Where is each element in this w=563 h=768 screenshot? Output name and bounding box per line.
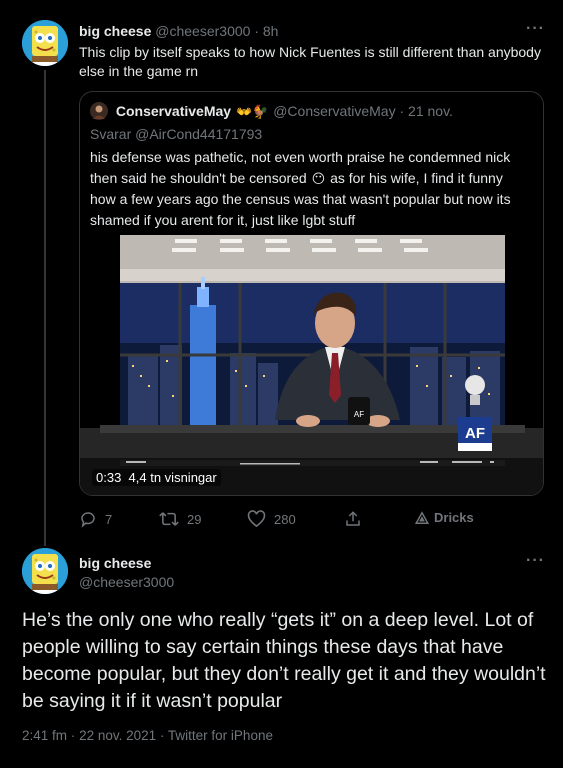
tip-button[interactable]: Dricks bbox=[415, 510, 474, 525]
reply-count: 7 bbox=[105, 511, 113, 527]
quoted-author-handle[interactable]: @ConservativeMay bbox=[273, 103, 395, 119]
author-name[interactable]: big cheese bbox=[79, 554, 151, 572]
tweet-source[interactable]: Twitter for iPhone bbox=[168, 728, 273, 743]
reply-handle[interactable]: @AirCond44171793 bbox=[135, 126, 262, 142]
like-count: 280 bbox=[274, 511, 296, 527]
more-dots-icon[interactable]: ··· bbox=[526, 552, 545, 570]
tweet-header: big cheese @cheeser3000 · 8h bbox=[79, 22, 278, 40]
video-duration-and-views: 0:33 4,4 tn visningar bbox=[92, 469, 221, 486]
tweet-time[interactable]: 2:41 fm bbox=[22, 728, 67, 743]
svg-text:AF: AF bbox=[465, 425, 485, 442]
quoted-author-avatar bbox=[90, 102, 108, 120]
quoted-tweet-card[interactable]: ConservativeMay 👐🐓 @ConservativeMay · 21… bbox=[79, 91, 544, 496]
retweet-button[interactable]: 29 bbox=[159, 510, 201, 528]
separator-dot: · bbox=[254, 23, 259, 39]
separator-dot: · bbox=[70, 728, 76, 743]
share-icon bbox=[346, 511, 360, 526]
main-tweet-text: He’s the only one who really “gets it” o… bbox=[22, 609, 546, 712]
spongebob-avatar-icon bbox=[22, 548, 68, 594]
tip-icon bbox=[415, 510, 429, 524]
quoted-tweet-text: his defense was pathetic, not even worth… bbox=[90, 147, 530, 231]
tweet-metadata: 2:41 fm · 22 nov. 2021 · Twitter for iPh… bbox=[22, 727, 273, 745]
author-handle[interactable]: @cheeser3000 bbox=[79, 573, 174, 591]
like-button[interactable]: 280 bbox=[247, 510, 296, 528]
separator-dot: · bbox=[159, 728, 165, 743]
share-button[interactable] bbox=[344, 510, 362, 528]
quoted-tweet-date[interactable]: 21 nov. bbox=[408, 103, 453, 119]
reply-button[interactable]: 7 bbox=[79, 510, 112, 528]
author-name[interactable]: big cheese bbox=[79, 23, 151, 39]
tweet-date[interactable]: 22 nov. 2021 bbox=[79, 728, 156, 743]
tweet-time[interactable]: 8h bbox=[263, 23, 279, 39]
video-duration: 0:33 bbox=[96, 470, 122, 485]
svg-text:AF: AF bbox=[354, 410, 364, 419]
video-player[interactable]: AF AF 0:33 4,4 tn visningar bbox=[80, 235, 543, 495]
thread-connector-line bbox=[44, 70, 46, 546]
tip-label: Dricks bbox=[434, 510, 474, 525]
name-emojis: 👐🐓 bbox=[235, 104, 269, 119]
inline-emoji: 😶 bbox=[311, 171, 326, 186]
retweet-count: 29 bbox=[187, 511, 202, 527]
spongebob-avatar-icon bbox=[22, 20, 68, 66]
retweet-icon bbox=[159, 512, 179, 526]
quoted-tweet-header: ConservativeMay 👐🐓 @ConservativeMay · 21… bbox=[90, 102, 453, 121]
video-frame-image: AF AF bbox=[80, 235, 543, 495]
avatar[interactable] bbox=[22, 20, 68, 66]
reply-to-line: Svarar @AirCond44171793 bbox=[90, 125, 262, 143]
author-handle[interactable]: @cheeser3000 bbox=[155, 23, 250, 39]
video-views: 4,4 tn visningar bbox=[128, 470, 217, 485]
tweet-text: This clip by itself speaks to how Nick F… bbox=[79, 44, 541, 79]
quoted-author-name[interactable]: ConservativeMay bbox=[116, 103, 231, 119]
reply-prefix: Svarar bbox=[90, 126, 132, 142]
tweet-actions-bar: 7 29 280 Dricks bbox=[79, 510, 549, 530]
more-dots-icon[interactable]: ··· bbox=[526, 20, 545, 38]
heart-icon bbox=[247, 510, 266, 528]
avatar[interactable] bbox=[22, 548, 68, 594]
separator-dot: · bbox=[399, 103, 405, 119]
reply-icon bbox=[81, 512, 95, 528]
